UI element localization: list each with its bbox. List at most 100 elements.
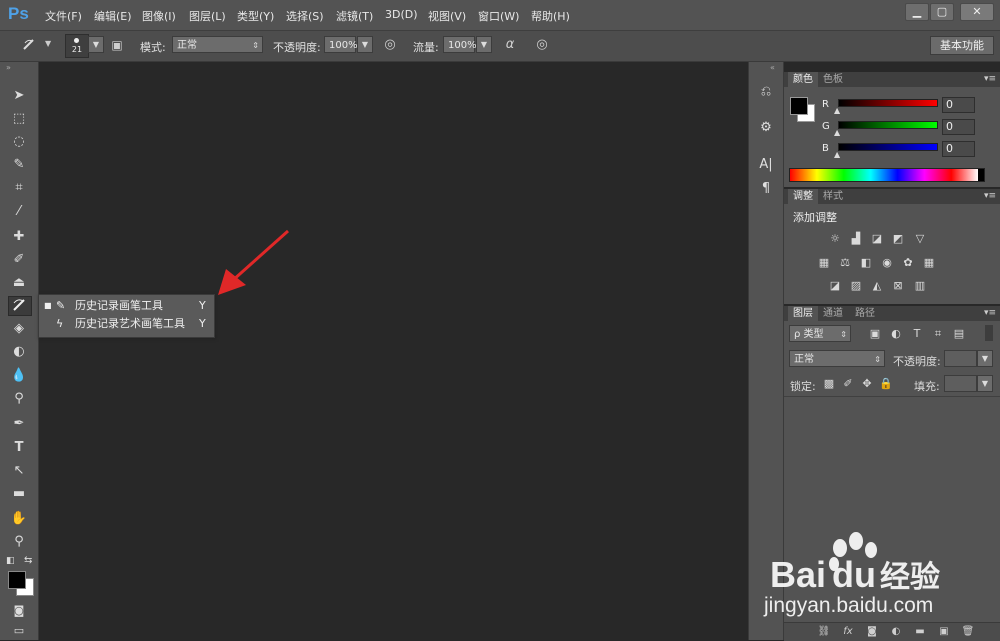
gradient-map-triangle-icon[interactable]: ▽ xyxy=(913,233,927,245)
crop-tool-icon[interactable]: ⌗ xyxy=(8,179,30,197)
tab-swatches[interactable]: 色板 xyxy=(818,72,848,87)
layer-kind-filter[interactable]: ρ 类型 ⇕ xyxy=(789,325,851,342)
workspace-button[interactable]: 基本功能 xyxy=(930,36,994,55)
menu-window[interactable]: 窗口(W) xyxy=(478,8,519,24)
threshold-icon[interactable]: ◭ xyxy=(870,280,884,292)
character-panel-icon[interactable]: A| xyxy=(755,155,777,175)
photo-filter-icon[interactable]: ◉ xyxy=(880,257,894,269)
blue-value-input[interactable]: 0 xyxy=(942,141,975,157)
move-tool-icon[interactable]: ➤ xyxy=(8,87,30,105)
levels-icon[interactable]: ▟ xyxy=(849,233,863,245)
foreground-color-swatch[interactable] xyxy=(790,97,808,115)
filter-smart-object-icon[interactable]: ▤ xyxy=(952,328,966,340)
selective-color-icon[interactable]: ⊠ xyxy=(891,280,905,292)
tab-channels[interactable]: 通道 xyxy=(818,306,848,321)
slider-thumb-icon[interactable]: ▲ xyxy=(834,106,840,115)
color-lookup-icon[interactable]: ▦ xyxy=(922,257,936,269)
menu-filter[interactable]: 滤镜(T) xyxy=(336,8,373,24)
maximize-icon[interactable]: ▢ xyxy=(930,3,954,21)
history-brush-tool-icon[interactable] xyxy=(8,296,32,316)
lock-transparent-icon[interactable]: ▩ xyxy=(822,378,836,390)
pen-tool-icon[interactable]: ✒ xyxy=(8,415,30,433)
tab-layers[interactable]: 图层 xyxy=(788,306,818,321)
filter-pixel-icon[interactable]: ▣ xyxy=(868,328,882,340)
menu-edit[interactable]: 编辑(E) xyxy=(94,8,132,24)
filter-type-icon[interactable]: T xyxy=(910,328,924,340)
paint-bucket-tool-icon[interactable]: ◐ xyxy=(8,343,30,361)
filter-shape-icon[interactable]: ⌗ xyxy=(931,328,945,340)
history-panel-icon[interactable]: ⎌ xyxy=(755,82,777,102)
menu-3d[interactable]: 3D(D) xyxy=(385,8,418,21)
opacity-dropdown-icon[interactable]: ▼ xyxy=(357,36,373,53)
panel-menu-icon[interactable]: ▾≡ xyxy=(984,72,996,87)
green-value-input[interactable]: 0 xyxy=(942,119,975,135)
collapse-toolbox-icon[interactable]: » xyxy=(6,63,11,72)
close-icon[interactable]: ✕ xyxy=(960,3,994,21)
layer-opacity-dropdown-icon[interactable]: ▼ xyxy=(977,350,993,367)
clone-stamp-tool-icon[interactable]: ⏏ xyxy=(8,274,30,292)
brush-tool-icon[interactable]: ✐ xyxy=(8,251,30,269)
curves-icon[interactable]: ◪ xyxy=(870,233,884,245)
blue-slider[interactable] xyxy=(838,143,938,151)
pressure-size-icon[interactable]: ◎ xyxy=(532,35,552,55)
lock-position-icon[interactable]: ✥ xyxy=(860,378,874,390)
vibrance-icon[interactable]: ▦ xyxy=(817,257,831,269)
menu-type[interactable]: 类型(Y) xyxy=(237,8,274,24)
zoom-tool-icon[interactable]: ⚲ xyxy=(8,533,30,551)
tab-adjustments[interactable]: 调整 xyxy=(788,189,818,204)
brightness-contrast-icon[interactable]: ☼ xyxy=(828,233,842,245)
photoshop-logo[interactable]: Ps xyxy=(8,4,29,24)
black-white-icon[interactable]: ◧ xyxy=(859,257,873,269)
fill-input[interactable] xyxy=(944,375,977,392)
lock-all-icon[interactable]: 🔒 xyxy=(879,378,893,390)
flyout-item-history-brush[interactable]: ■ ✎ 历史记录画笔工具 Y xyxy=(39,297,214,315)
hand-tool-icon[interactable]: ✋ xyxy=(8,510,30,528)
flyout-item-art-history-brush[interactable]: ϟ 历史记录艺术画笔工具 Y xyxy=(39,315,214,333)
color-spectrum-ramp[interactable] xyxy=(789,168,985,182)
tab-styles[interactable]: 样式 xyxy=(818,189,848,204)
healing-brush-tool-icon[interactable]: ✚ xyxy=(8,228,30,246)
marquee-tool-icon[interactable]: ⬚ xyxy=(8,110,30,128)
menu-file[interactable]: 文件(F) xyxy=(45,8,82,24)
new-adjustment-icon[interactable]: ◐ xyxy=(888,626,904,638)
green-slider[interactable] xyxy=(838,121,938,129)
menu-layer[interactable]: 图层(L) xyxy=(189,8,226,24)
panel-menu-icon[interactable]: ▾≡ xyxy=(984,189,996,204)
default-colors-icon[interactable]: ◧ xyxy=(6,556,15,566)
foreground-color-swatch[interactable] xyxy=(8,571,26,589)
path-select-tool-icon[interactable]: ↖ xyxy=(8,462,30,480)
menu-help[interactable]: 帮助(H) xyxy=(531,8,570,24)
flow-dropdown-icon[interactable]: ▼ xyxy=(476,36,492,53)
blur-tool-icon[interactable]: 💧 xyxy=(8,367,30,385)
minimize-icon[interactable]: ▁ xyxy=(905,3,929,21)
properties-panel-icon[interactable]: ⚙ xyxy=(755,118,777,138)
delete-layer-icon[interactable]: 🗑 xyxy=(960,626,976,638)
brush-panel-toggle-icon[interactable]: ▣ xyxy=(107,35,127,55)
layer-opacity-input[interactable] xyxy=(944,350,977,367)
swap-colors-icon[interactable]: ⇆ xyxy=(24,555,32,566)
quick-mask-icon[interactable]: ◙ xyxy=(8,602,30,620)
slider-thumb-icon[interactable]: ▲ xyxy=(834,150,840,159)
dodge-tool-icon[interactable]: ⚲ xyxy=(8,390,30,408)
channel-mixer-icon[interactable]: ✿ xyxy=(901,257,915,269)
fx-icon[interactable]: fx xyxy=(840,626,856,638)
menu-select[interactable]: 选择(S) xyxy=(286,8,324,24)
preset-dropdown-icon[interactable]: ▼ xyxy=(45,39,51,48)
rectangle-tool-icon[interactable]: ▬ xyxy=(8,485,30,503)
flow-input[interactable]: 100% xyxy=(443,36,477,53)
red-slider[interactable] xyxy=(838,99,938,107)
quick-select-tool-icon[interactable]: ✎ xyxy=(8,156,30,174)
lock-image-icon[interactable]: ✐ xyxy=(841,378,855,390)
paragraph-panel-icon[interactable]: ¶ xyxy=(755,179,777,199)
tab-paths[interactable]: 路径 xyxy=(850,306,880,321)
menu-view[interactable]: 视图(V) xyxy=(428,8,466,24)
exposure-icon[interactable]: ◩ xyxy=(891,233,905,245)
fill-dropdown-icon[interactable]: ▼ xyxy=(977,375,993,392)
collapse-dock-icon[interactable]: « xyxy=(770,63,775,72)
invert-icon[interactable]: ◪ xyxy=(828,280,842,292)
screen-mode-icon[interactable]: ▭ xyxy=(8,622,30,640)
filter-adjustment-icon[interactable]: ◐ xyxy=(889,328,903,340)
red-value-input[interactable]: 0 xyxy=(942,97,975,113)
type-tool-icon[interactable]: T xyxy=(8,439,30,457)
pressure-opacity-icon[interactable]: ◎ xyxy=(380,35,400,55)
